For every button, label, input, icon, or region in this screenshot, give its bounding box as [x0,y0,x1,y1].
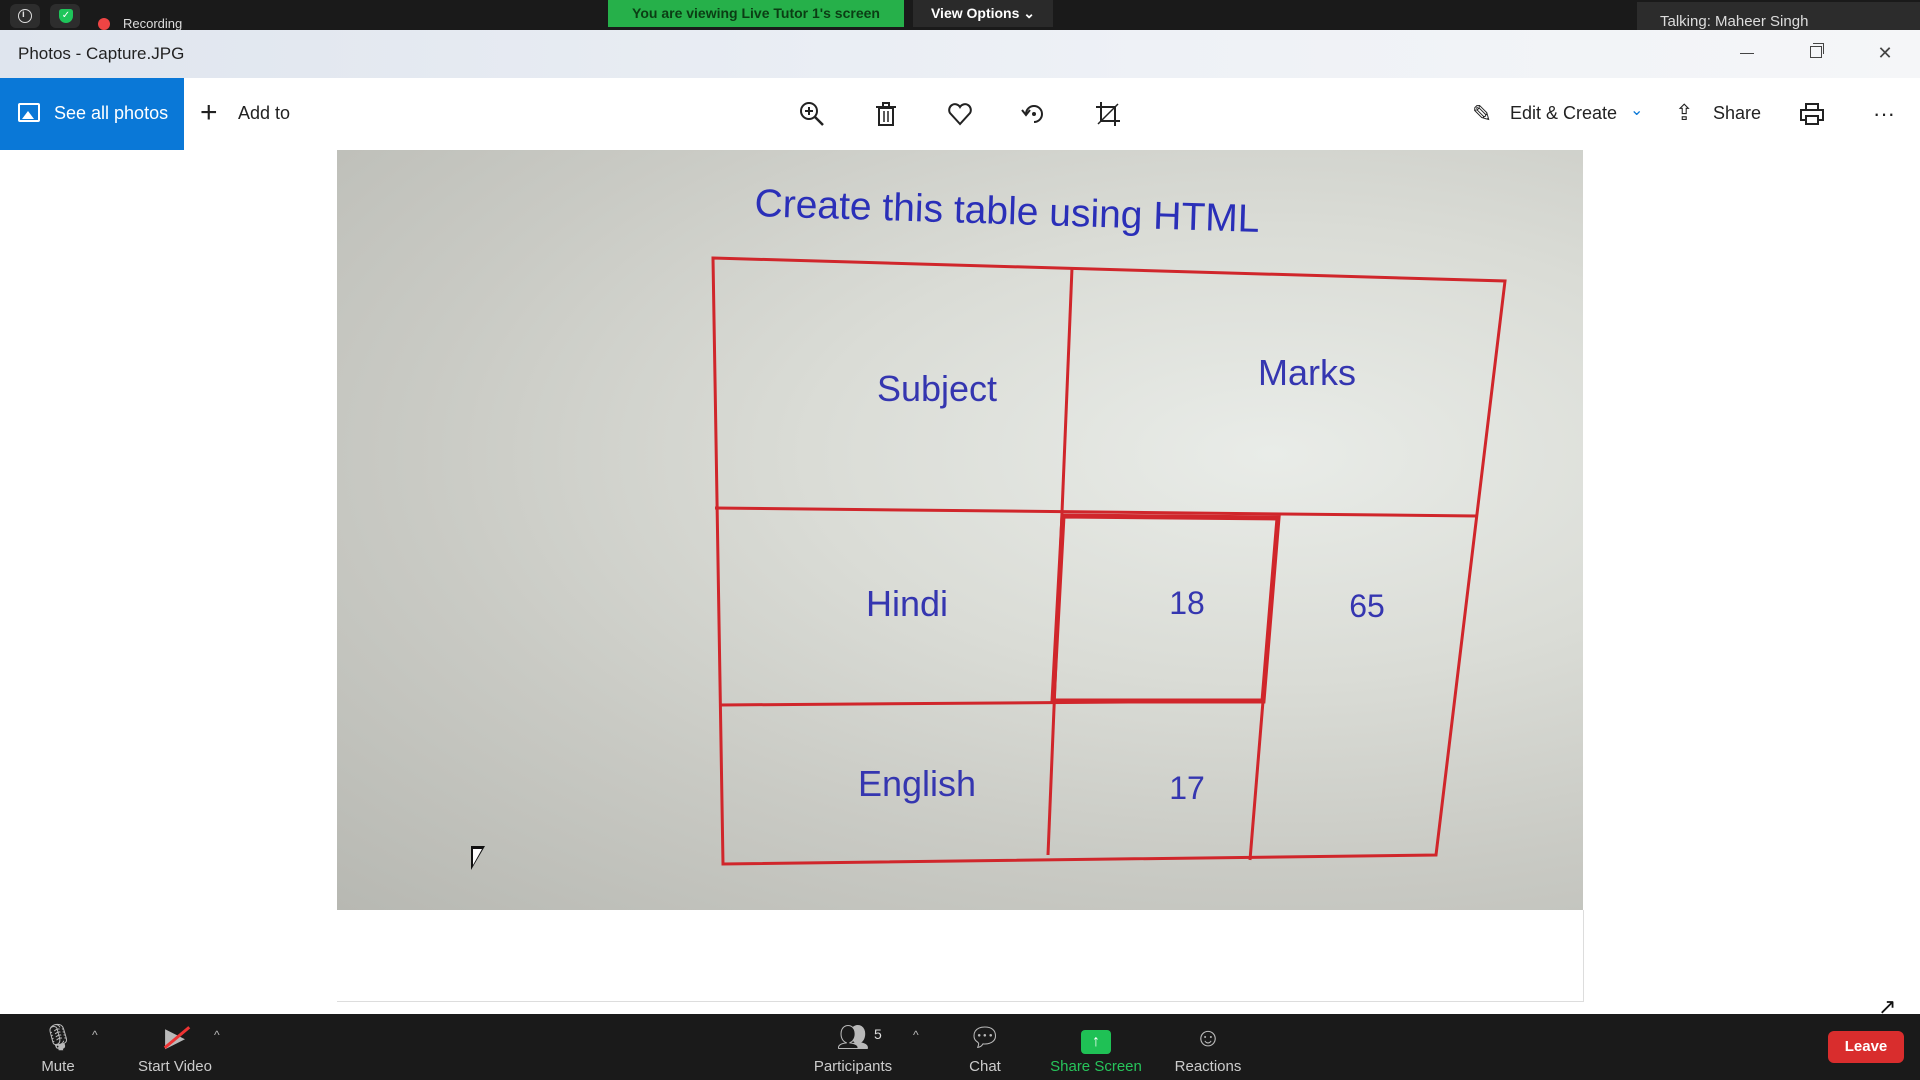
participants-label: Participants [813,1058,893,1075]
heart-icon[interactable] [946,100,974,128]
add-to-label: Add to [238,103,291,123]
shield-icon[interactable]: ✓ [50,4,80,28]
plus-icon: + [200,96,218,129]
more-options-icon[interactable]: ··· [1870,100,1898,128]
recording-label: Recording [123,16,183,31]
chevron-down-icon: ⌄ [1630,102,1644,119]
window-title-bar: Photos - Capture.JPG ✕ [0,30,1920,78]
divider [1583,910,1584,1002]
rotate-icon[interactable] [1020,100,1048,128]
close-button[interactable]: ✕ [1862,38,1908,68]
zoom-in-icon[interactable] [798,100,826,128]
window-title: Photos - Capture.JPG [18,44,185,63]
print-icon[interactable] [1798,100,1826,128]
chevron-up-icon[interactable]: ^ [913,1028,919,1042]
chat-icon: 💬︎ [968,1022,1002,1052]
photos-icon [18,103,40,122]
reactions-label: Reactions [1174,1058,1242,1075]
cell-subject: Subject [876,368,998,409]
recording-dot-icon [98,18,110,30]
restore-button[interactable] [1793,38,1839,68]
photo-image: Create this table using HTML Subject Mar… [337,150,1583,910]
viewing-banner: You are viewing Live Tutor 1's screen [608,0,904,27]
zoom-bottom-bar: 🎙︎ Mute ^ ▶ Start Video ^ 👥︎ Participant… [0,1014,1920,1080]
share-screen-button[interactable]: ↑ Share Screen [1040,1014,1152,1080]
chat-button[interactable]: 💬︎ Chat [955,1014,1015,1080]
divider [337,1001,1583,1002]
add-to-button[interactable]: + Add to [200,78,300,150]
see-all-photos-button[interactable]: See all photos [0,78,184,150]
chevron-up-icon[interactable]: ^ [92,1028,98,1042]
edit-create-button[interactable]: ✎ Edit & Create ⌄ [1472,78,1644,150]
share-label: Share [1713,103,1762,123]
mute-button[interactable]: 🎙︎ Mute [18,1014,98,1080]
cell-hindi: Hindi [865,583,949,624]
photos-toolbar: See all photos + Add to ✎ Edit & Create … [0,78,1920,150]
participants-button[interactable]: 👥︎ Participants [800,1014,906,1080]
minimize-button[interactable] [1724,38,1770,68]
delete-icon[interactable] [872,100,900,128]
reactions-button[interactable]: ☺ Reactions [1168,1014,1248,1080]
share-screen-label: Share Screen [1050,1058,1142,1075]
chat-label: Chat [969,1058,1001,1075]
cell-marks: Marks [1258,352,1356,393]
microphone-icon: 🎙︎ [41,1022,75,1052]
crop-icon[interactable] [1094,100,1122,128]
edit-create-label: Edit & Create [1510,103,1618,123]
mute-label: Mute [41,1058,75,1075]
leave-button[interactable]: Leave [1828,1031,1904,1063]
cell-english: English [857,763,977,804]
chevron-up-icon[interactable]: ^ [214,1028,220,1042]
cell-total: 65 [1349,588,1385,624]
edit-create-icon: ✎ [1472,101,1493,128]
reactions-icon: ☺ [1194,1022,1222,1052]
participants-count: 5 [874,1026,882,1042]
zoom-top-bar: ✓ Recording You are viewing Live Tutor 1… [0,0,1920,42]
share-button[interactable]: ⇪ Share [1675,78,1775,150]
share-icon: ⇪ [1675,100,1694,125]
start-video-label: Start Video [138,1058,212,1075]
see-all-photos-label: See all photos [54,103,169,123]
start-video-button[interactable]: ▶ Start Video [125,1014,225,1080]
cell-english-mark: 17 [1169,770,1205,806]
cell-hindi-mark: 18 [1169,585,1205,621]
view-options-button[interactable]: View Options ⌄ [913,0,1053,27]
participants-icon: 👥︎ [836,1022,870,1052]
share-screen-icon: ↑ [1040,1022,1152,1054]
info-icon[interactable] [10,4,40,28]
